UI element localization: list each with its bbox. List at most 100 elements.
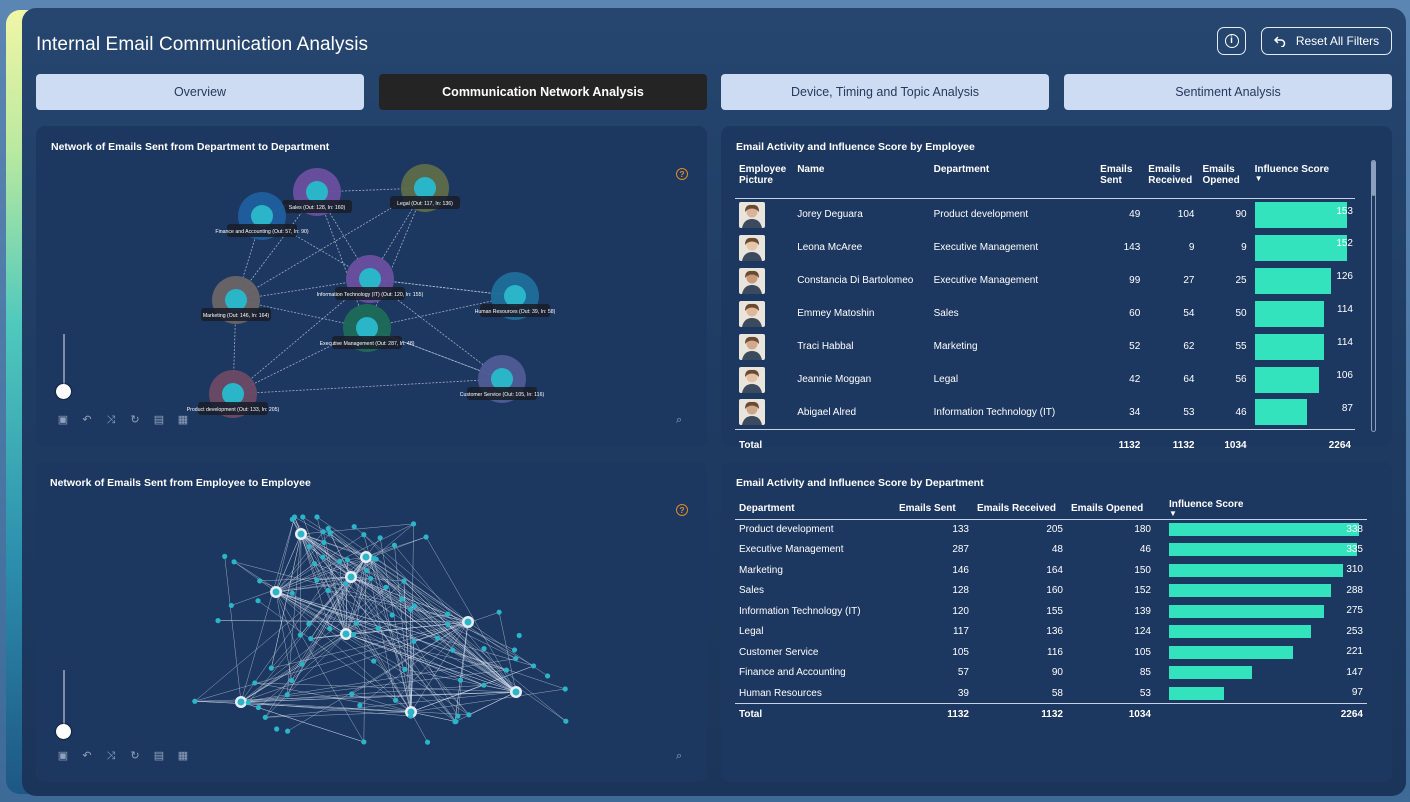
network-node[interactable] — [496, 609, 502, 615]
col-header-department[interactable]: Department — [930, 164, 1097, 198]
col-header-name[interactable]: Name — [793, 164, 929, 198]
network-node[interactable] — [306, 544, 312, 550]
network-node[interactable] — [255, 704, 261, 711]
network-node[interactable] — [383, 584, 389, 590]
network-node[interactable] — [344, 557, 350, 563]
network-node[interactable] — [308, 636, 314, 642]
network-node[interactable] — [530, 663, 537, 669]
network-node[interactable] — [311, 560, 318, 567]
tab-sentiment[interactable]: Sentiment Analysis — [1064, 74, 1392, 110]
network-node[interactable] — [289, 590, 295, 596]
network-node[interactable] — [285, 728, 291, 734]
network-node[interactable] — [563, 718, 569, 724]
table-row[interactable]: Customer Service 105 116 105 221 — [735, 642, 1367, 663]
info-button[interactable]: i — [1217, 27, 1246, 55]
network-node[interactable] — [326, 625, 333, 632]
table-row[interactable]: Leona McAree Executive Management 143 9 … — [735, 231, 1355, 264]
network-node[interactable] — [274, 726, 280, 732]
network-node[interactable] — [222, 553, 228, 559]
network-node[interactable] — [314, 514, 320, 520]
network-node[interactable] — [320, 529, 326, 535]
network-node[interactable] — [363, 567, 370, 574]
tab-device-timing-topic[interactable]: Device, Timing and Topic Analysis — [721, 74, 1049, 110]
network-node[interactable] — [401, 578, 407, 584]
network-node[interactable] — [410, 521, 417, 527]
zoom-slider-knob[interactable] — [56, 724, 71, 739]
search-icon[interactable]: ⌕ — [676, 414, 682, 427]
network-node[interactable]: Legal (Out: 117, In: 136) — [390, 164, 460, 212]
network-node[interactable] — [350, 631, 357, 638]
network-node[interactable]: Marketing (Out: 146, In: 164) — [201, 276, 271, 324]
table-row[interactable]: Legal 117 136 124 253 — [735, 622, 1367, 643]
network-node[interactable] — [503, 667, 510, 673]
network-node[interactable] — [377, 535, 383, 541]
grid-icon[interactable]: ▦ — [177, 414, 189, 426]
network-node[interactable] — [457, 677, 464, 683]
network-node[interactable] — [320, 554, 326, 560]
zoom-slider-knob[interactable] — [56, 384, 71, 399]
network-node[interactable] — [268, 665, 274, 671]
network-node[interactable]: Human Resources (Out: 39, In: 58) — [475, 272, 556, 320]
network-node[interactable] — [368, 575, 374, 582]
network-node[interactable] — [357, 702, 363, 708]
network-node[interactable] — [215, 618, 221, 624]
network-node[interactable] — [562, 686, 568, 692]
network-node[interactable] — [351, 524, 357, 530]
refresh-icon[interactable]: ↻ — [129, 750, 141, 762]
col-header-influence[interactable]: Influence Score ▼ — [1251, 164, 1355, 198]
undo-icon[interactable]: ↶ — [81, 750, 93, 762]
camera-icon[interactable]: ▣ — [57, 750, 69, 762]
col-header-received[interactable]: Emails Received — [973, 499, 1067, 519]
network-node[interactable] — [392, 697, 399, 703]
shuffle-icon[interactable]: ⤨ — [105, 750, 117, 762]
network-node[interactable] — [481, 682, 487, 688]
network-node[interactable] — [481, 646, 487, 652]
network-node[interactable] — [391, 542, 398, 548]
network-node[interactable] — [297, 632, 303, 638]
network-node[interactable] — [306, 621, 312, 627]
camera-icon[interactable]: ▣ — [57, 414, 69, 426]
network-node[interactable] — [336, 558, 343, 565]
network-node[interactable] — [262, 714, 268, 720]
network-node[interactable] — [257, 578, 263, 584]
grid-icon[interactable]: ▦ — [177, 750, 189, 762]
table-row[interactable]: Information Technology (IT) 120 155 139 … — [735, 601, 1367, 622]
network-node[interactable] — [299, 661, 305, 667]
network-node[interactable] — [544, 673, 551, 679]
network-node[interactable]: Sales (Out: 128, In: 160) — [282, 168, 352, 216]
col-header-opened[interactable]: Emails Opened — [1067, 499, 1155, 519]
table-row[interactable]: Marketing 146 164 150 310 — [735, 560, 1367, 581]
network-node[interactable] — [516, 632, 522, 639]
save-icon[interactable]: ▤ — [153, 414, 165, 426]
col-header-picture[interactable]: Employee Picture — [735, 164, 793, 198]
network-node[interactable] — [411, 638, 417, 644]
network-node[interactable] — [361, 532, 367, 538]
network-node[interactable] — [389, 612, 395, 618]
network-node[interactable] — [325, 525, 331, 532]
col-header-sent[interactable]: Emails Sent — [895, 499, 973, 519]
network-node[interactable] — [455, 713, 461, 719]
network-node[interactable] — [371, 658, 377, 664]
network-node[interactable] — [423, 534, 429, 540]
tab-overview[interactable]: Overview — [36, 74, 364, 110]
network-node[interactable] — [231, 559, 237, 565]
tab-communication-network[interactable]: Communication Network Analysis — [379, 74, 707, 110]
table-row[interactable]: Finance and Accounting 57 90 85 147 — [735, 663, 1367, 684]
network-node[interactable]: Product development (Out: 133, In: 205) — [187, 370, 280, 418]
network-node[interactable] — [445, 621, 451, 627]
network-node[interactable] — [411, 603, 418, 609]
table-row[interactable]: Executive Management 287 48 46 335 — [735, 540, 1367, 561]
col-header-received[interactable]: Emails Received — [1144, 164, 1198, 198]
network-node[interactable] — [343, 581, 349, 587]
network-node[interactable] — [321, 539, 327, 546]
network-node[interactable] — [466, 712, 472, 718]
col-header-influence[interactable]: Influence Score ▼ — [1155, 499, 1367, 519]
network-node[interactable] — [453, 718, 459, 725]
network-node[interactable] — [228, 602, 234, 609]
table-row[interactable]: Traci Habbal Marketing 52 62 55 114 — [735, 330, 1355, 363]
table-row[interactable]: Jeannie Moggan Legal 42 64 56 106 — [735, 363, 1355, 396]
col-header-sent[interactable]: Emails Sent — [1096, 164, 1144, 198]
network-node[interactable] — [434, 635, 441, 641]
zoom-slider-track[interactable] — [63, 670, 65, 730]
table-row[interactable]: Sales 128 160 152 288 — [735, 581, 1367, 602]
